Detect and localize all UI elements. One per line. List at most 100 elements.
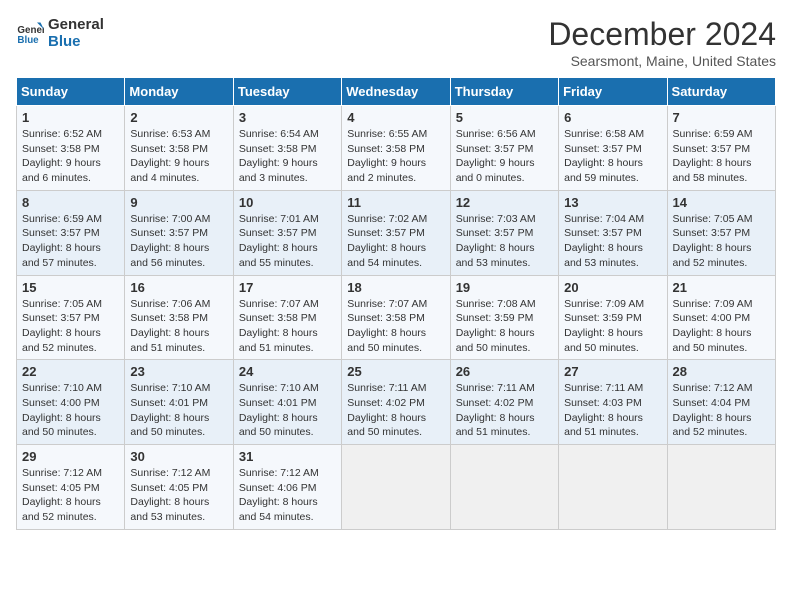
calendar-cell: 16 Sunrise: 7:06 AMSunset: 3:58 PMDayligh… <box>125 275 233 360</box>
calendar-cell: 3 Sunrise: 6:54 AMSunset: 3:58 PMDaylight… <box>233 106 341 191</box>
logo-icon: General Blue <box>16 19 44 47</box>
calendar-cell: 19 Sunrise: 7:08 AMSunset: 3:59 PMDayligh… <box>450 275 558 360</box>
day-info: Sunrise: 7:00 AMSunset: 3:57 PMDaylight:… <box>130 212 227 271</box>
day-info: Sunrise: 7:05 AMSunset: 3:57 PMDaylight:… <box>22 297 119 356</box>
day-number: 31 <box>239 449 336 464</box>
day-info: Sunrise: 6:52 AMSunset: 3:58 PMDaylight:… <box>22 127 119 186</box>
day-info: Sunrise: 7:01 AMSunset: 3:57 PMDaylight:… <box>239 212 336 271</box>
day-header-thursday: Thursday <box>450 78 558 106</box>
calendar-cell: 17 Sunrise: 7:07 AMSunset: 3:58 PMDayligh… <box>233 275 341 360</box>
calendar-cell: 1 Sunrise: 6:52 AMSunset: 3:58 PMDaylight… <box>17 106 125 191</box>
calendar-cell: 5 Sunrise: 6:56 AMSunset: 3:57 PMDaylight… <box>450 106 558 191</box>
day-number: 13 <box>564 195 661 210</box>
week-row-2: 8Sunrise: 6:59 AMSunset: 3:57 PMDaylight… <box>17 190 776 275</box>
calendar-cell: 15 Sunrise: 7:05 AMSunset: 3:57 PMDayligh… <box>17 275 125 360</box>
day-number: 23 <box>130 364 227 379</box>
day-number: 7 <box>673 110 770 125</box>
calendar-cell: 18 Sunrise: 7:07 AMSunset: 3:58 PMDayligh… <box>342 275 450 360</box>
day-number: 9 <box>130 195 227 210</box>
day-header-tuesday: Tuesday <box>233 78 341 106</box>
calendar-cell: 26Sunrise: 7:11 AMSunset: 4:02 PMDayligh… <box>450 360 558 445</box>
svg-text:Blue: Blue <box>17 35 39 46</box>
day-number: 22 <box>22 364 119 379</box>
day-info: Sunrise: 7:10 AMSunset: 4:01 PMDaylight:… <box>130 381 227 440</box>
day-info: Sunrise: 7:05 AMSunset: 3:57 PMDaylight:… <box>673 212 770 271</box>
subtitle: Searsmont, Maine, United States <box>548 53 776 69</box>
calendar-cell: 4 Sunrise: 6:55 AMSunset: 3:58 PMDaylight… <box>342 106 450 191</box>
logo: General Blue General Blue <box>16 16 104 50</box>
day-number: 16 <box>130 280 227 295</box>
calendar-cell: 20 Sunrise: 7:09 AMSunset: 3:59 PMDayligh… <box>559 275 667 360</box>
day-info: Sunrise: 7:12 AMSunset: 4:06 PMDaylight:… <box>239 466 336 525</box>
day-header-friday: Friday <box>559 78 667 106</box>
day-number: 25 <box>347 364 444 379</box>
day-info: Sunrise: 6:55 AMSunset: 3:58 PMDaylight:… <box>347 127 444 186</box>
day-number: 3 <box>239 110 336 125</box>
day-number: 12 <box>456 195 553 210</box>
day-number: 27 <box>564 364 661 379</box>
day-info: Sunrise: 7:11 AMSunset: 4:03 PMDaylight:… <box>564 381 661 440</box>
calendar-cell: 12 Sunrise: 7:03 AMSunset: 3:57 PMDayligh… <box>450 190 558 275</box>
calendar-cell: 8Sunrise: 6:59 AMSunset: 3:57 PMDaylight… <box>17 190 125 275</box>
day-number: 2 <box>130 110 227 125</box>
calendar-cell: 31 Sunrise: 7:12 AMSunset: 4:06 PMDayligh… <box>233 445 341 530</box>
day-number: 15 <box>22 280 119 295</box>
day-number: 24 <box>239 364 336 379</box>
day-info: Sunrise: 7:09 AMSunset: 4:00 PMDaylight:… <box>673 297 770 356</box>
calendar-table: SundayMondayTuesdayWednesdayThursdayFrid… <box>16 77 776 530</box>
day-number: 21 <box>673 280 770 295</box>
day-info: Sunrise: 7:09 AMSunset: 3:59 PMDaylight:… <box>564 297 661 356</box>
calendar-cell: 10 Sunrise: 7:01 AMSunset: 3:57 PMDayligh… <box>233 190 341 275</box>
calendar-cell: 29Sunrise: 7:12 AMSunset: 4:05 PMDayligh… <box>17 445 125 530</box>
header: General Blue General Blue December 2024 … <box>16 16 776 69</box>
calendar-cell: 30 Sunrise: 7:12 AMSunset: 4:05 PMDayligh… <box>125 445 233 530</box>
day-info: Sunrise: 6:59 AMSunset: 3:57 PMDaylight:… <box>673 127 770 186</box>
day-number: 6 <box>564 110 661 125</box>
calendar-cell: 28 Sunrise: 7:12 AMSunset: 4:04 PMDayligh… <box>667 360 775 445</box>
day-info: Sunrise: 7:07 AMSunset: 3:58 PMDaylight:… <box>239 297 336 356</box>
day-info: Sunrise: 6:58 AMSunset: 3:57 PMDaylight:… <box>564 127 661 186</box>
calendar-cell <box>559 445 667 530</box>
day-info: Sunrise: 7:11 AMSunset: 4:02 PMDaylight:… <box>456 381 553 440</box>
title-area: December 2024 Searsmont, Maine, United S… <box>548 16 776 69</box>
calendar-cell <box>450 445 558 530</box>
day-info: Sunrise: 7:12 AMSunset: 4:05 PMDaylight:… <box>130 466 227 525</box>
day-info: Sunrise: 7:12 AMSunset: 4:04 PMDaylight:… <box>673 381 770 440</box>
day-info: Sunrise: 6:56 AMSunset: 3:57 PMDaylight:… <box>456 127 553 186</box>
day-number: 14 <box>673 195 770 210</box>
calendar-cell: 9 Sunrise: 7:00 AMSunset: 3:57 PMDaylight… <box>125 190 233 275</box>
day-header-saturday: Saturday <box>667 78 775 106</box>
day-number: 18 <box>347 280 444 295</box>
day-number: 1 <box>22 110 119 125</box>
day-info: Sunrise: 7:07 AMSunset: 3:58 PMDaylight:… <box>347 297 444 356</box>
calendar-cell: 2 Sunrise: 6:53 AMSunset: 3:58 PMDaylight… <box>125 106 233 191</box>
calendar-cell: 27 Sunrise: 7:11 AMSunset: 4:03 PMDayligh… <box>559 360 667 445</box>
logo-text-general: General <box>48 16 104 33</box>
calendar-cell: 14 Sunrise: 7:05 AMSunset: 3:57 PMDayligh… <box>667 190 775 275</box>
day-number: 30 <box>130 449 227 464</box>
week-row-5: 29Sunrise: 7:12 AMSunset: 4:05 PMDayligh… <box>17 445 776 530</box>
day-info: Sunrise: 7:12 AMSunset: 4:05 PMDaylight:… <box>22 466 119 525</box>
day-number: 5 <box>456 110 553 125</box>
calendar-cell: 7 Sunrise: 6:59 AMSunset: 3:57 PMDaylight… <box>667 106 775 191</box>
calendar-cell: 23 Sunrise: 7:10 AMSunset: 4:01 PMDayligh… <box>125 360 233 445</box>
day-number: 28 <box>673 364 770 379</box>
day-info: Sunrise: 7:03 AMSunset: 3:57 PMDaylight:… <box>456 212 553 271</box>
day-info: Sunrise: 7:06 AMSunset: 3:58 PMDaylight:… <box>130 297 227 356</box>
calendar-cell <box>342 445 450 530</box>
day-info: Sunrise: 6:54 AMSunset: 3:58 PMDaylight:… <box>239 127 336 186</box>
calendar-cell: 11Sunrise: 7:02 AMSunset: 3:57 PMDayligh… <box>342 190 450 275</box>
day-number: 19 <box>456 280 553 295</box>
calendar-cell: 25Sunrise: 7:11 AMSunset: 4:02 PMDayligh… <box>342 360 450 445</box>
day-number: 10 <box>239 195 336 210</box>
calendar-cell <box>667 445 775 530</box>
day-info: Sunrise: 7:08 AMSunset: 3:59 PMDaylight:… <box>456 297 553 356</box>
day-number: 17 <box>239 280 336 295</box>
day-number: 4 <box>347 110 444 125</box>
day-info: Sunrise: 6:53 AMSunset: 3:58 PMDaylight:… <box>130 127 227 186</box>
day-number: 20 <box>564 280 661 295</box>
week-row-4: 22Sunrise: 7:10 AMSunset: 4:00 PMDayligh… <box>17 360 776 445</box>
calendar-cell: 6 Sunrise: 6:58 AMSunset: 3:57 PMDaylight… <box>559 106 667 191</box>
week-row-3: 15 Sunrise: 7:05 AMSunset: 3:57 PMDayligh… <box>17 275 776 360</box>
day-header-wednesday: Wednesday <box>342 78 450 106</box>
